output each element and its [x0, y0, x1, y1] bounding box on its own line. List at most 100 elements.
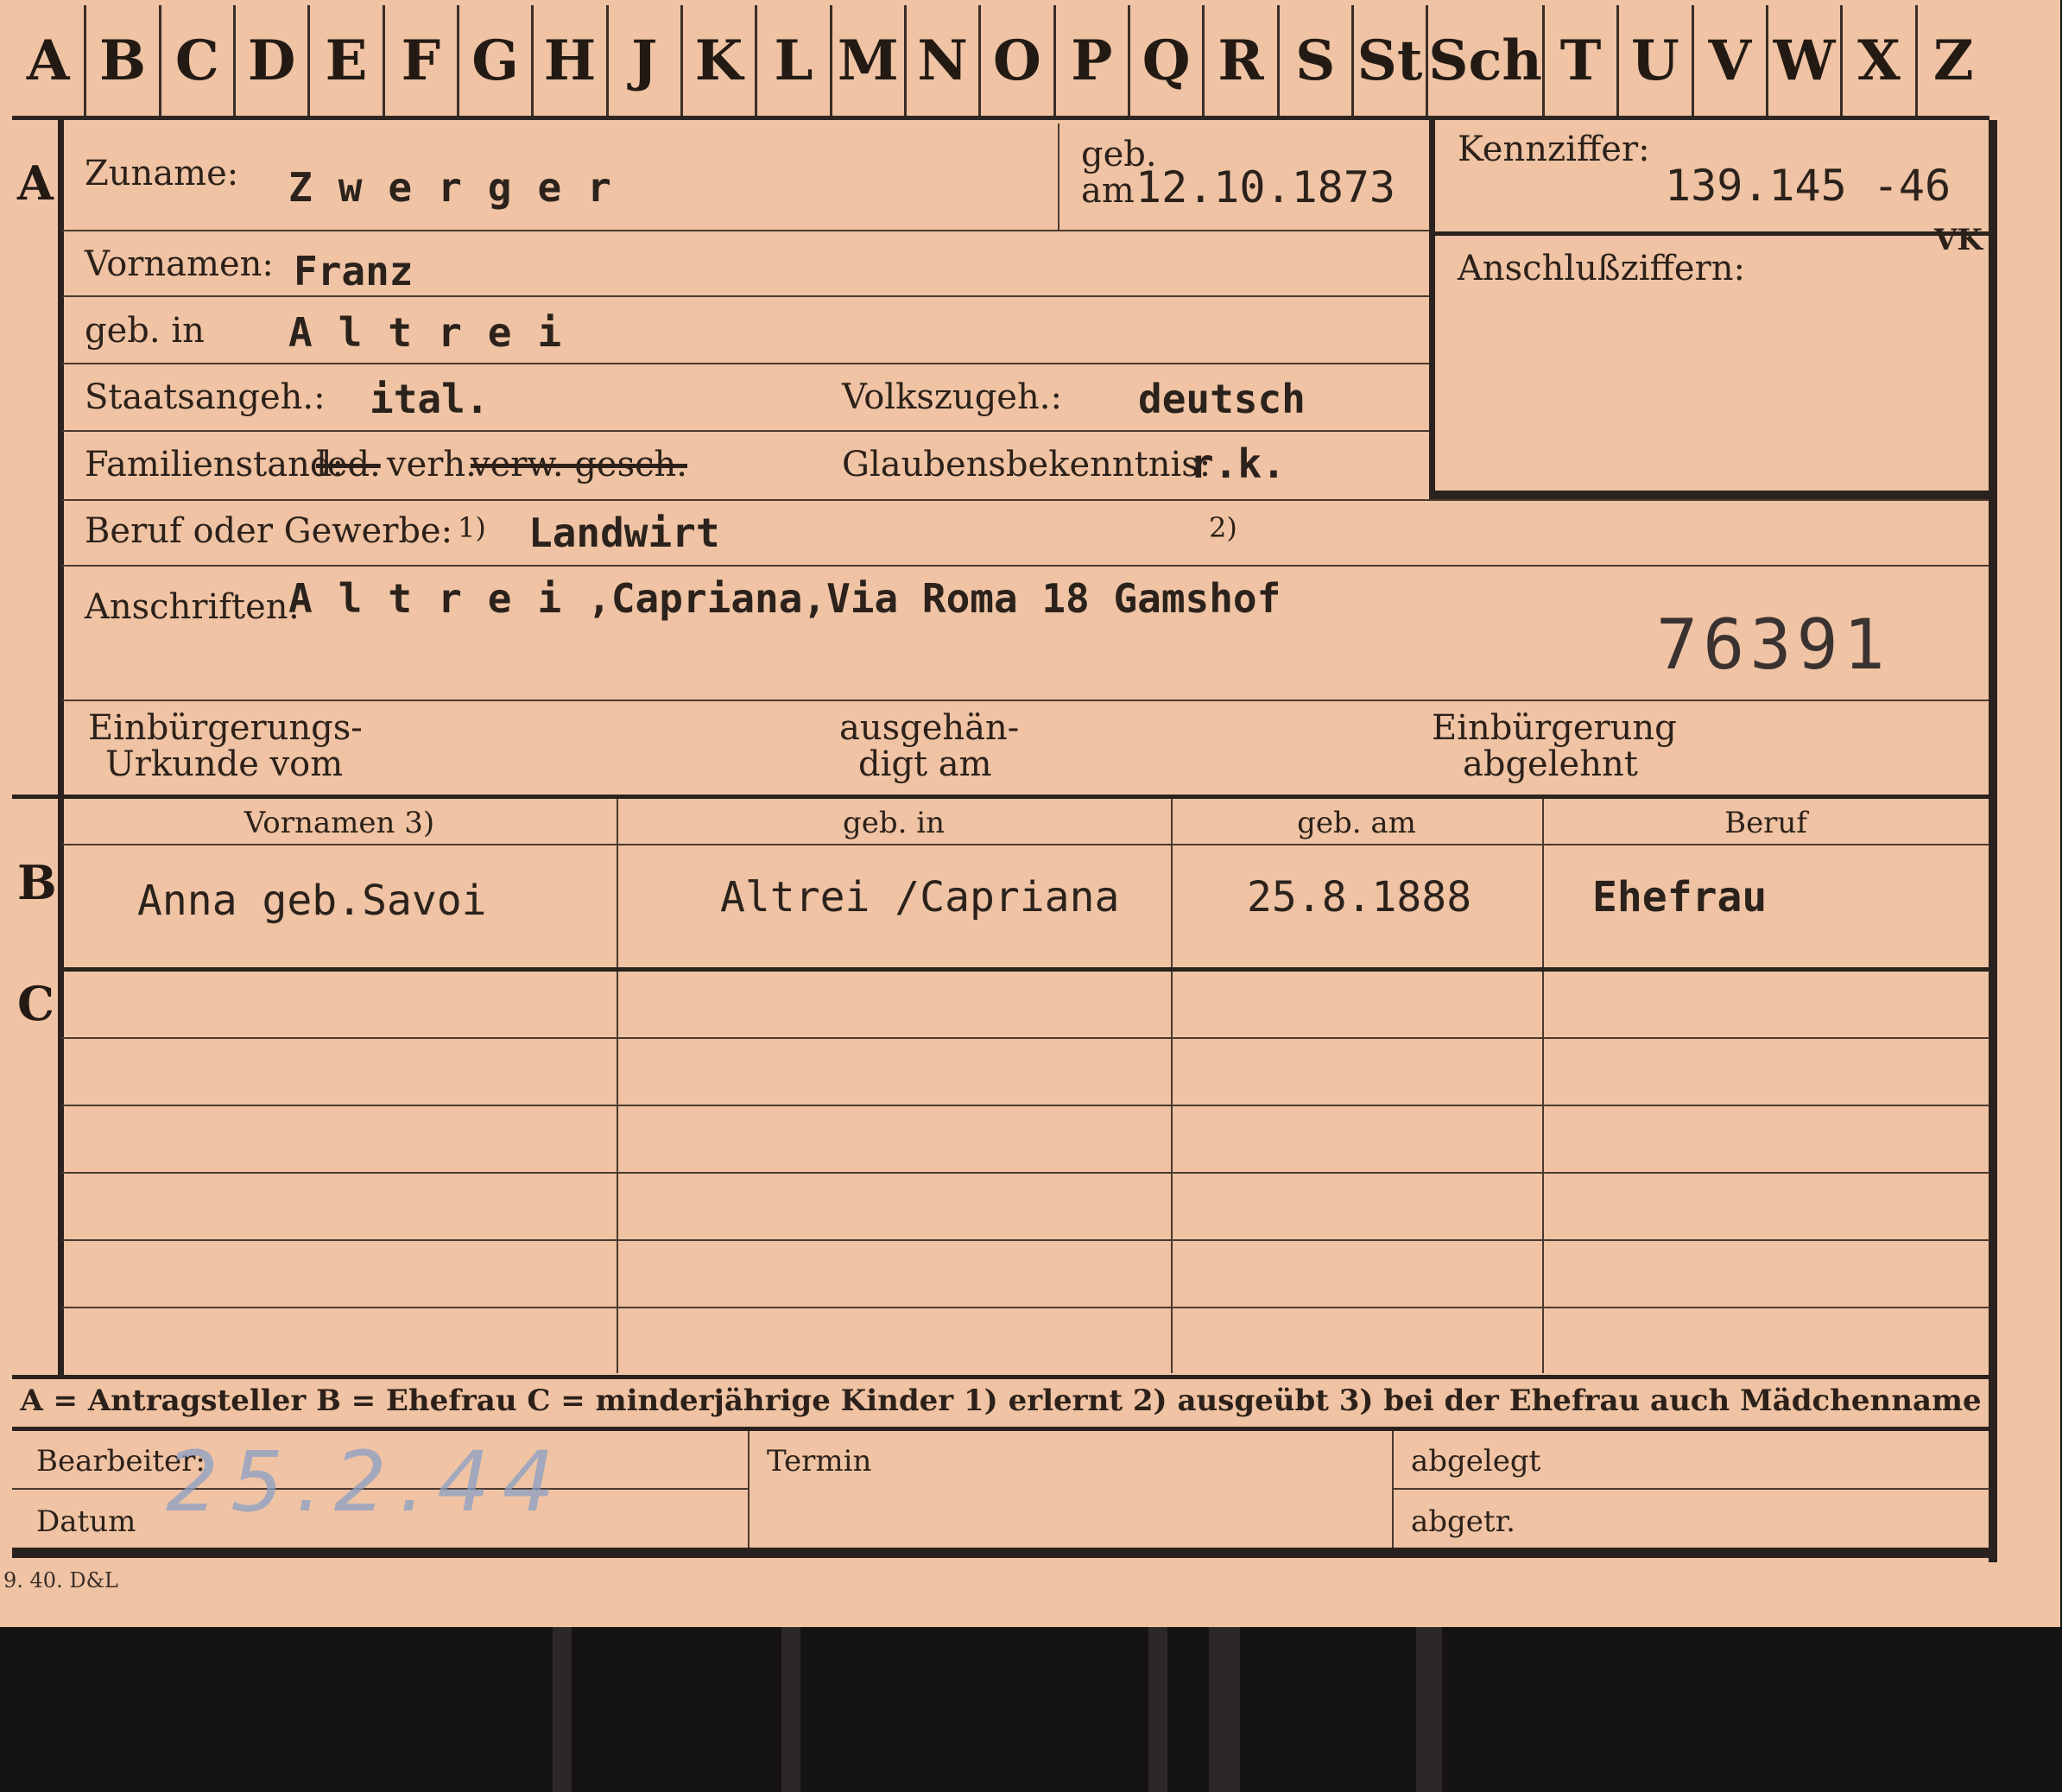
ethnicity-label: Volkszugeh.: [842, 377, 1062, 417]
footnote-2-marker: 2) [1209, 511, 1237, 544]
header-rule [62, 844, 1989, 845]
address-value: Altrei,Capriana,Via Roma 18 Gamshof [288, 575, 1281, 622]
index-tab[interactable]: W [1768, 5, 1844, 116]
handwritten-date: 25.2.44 [166, 1434, 567, 1530]
spouse-first-names: Anna geb.Savoi [137, 877, 487, 925]
card-right-border [1989, 120, 1997, 1562]
citizenship-label: Staatsangeh.: [85, 377, 326, 417]
spouse-profession: Ehefrau [1592, 873, 1768, 921]
card-bottom-border [12, 1548, 1996, 1558]
handed-over-label: ausgehän- [839, 708, 1020, 748]
birthdate-divider [1058, 123, 1059, 231]
row-line [62, 1037, 1989, 1039]
marital-status-value: verh. [387, 445, 477, 484]
reference-box-rule [1429, 231, 1990, 236]
column-header-first-names: Vornamen 3) [244, 806, 435, 840]
column-divider [617, 799, 618, 1373]
registration-card: A B C D E F G H J K L M N O P Q R S St S… [0, 0, 2060, 1627]
reference-code-value: 139.145 -46 [1665, 161, 1951, 211]
index-tab[interactable]: B [86, 5, 161, 116]
born-on-label-am: am [1081, 171, 1135, 211]
index-tab[interactable]: V [1694, 5, 1768, 116]
row-line [62, 1239, 1989, 1241]
column-header-birthplace: geb. in [842, 806, 946, 840]
row-line [62, 1105, 1989, 1106]
index-tab[interactable]: F [385, 5, 459, 116]
index-tab[interactable]: D [236, 5, 311, 116]
index-tab[interactable]: St [1354, 5, 1429, 116]
index-tab[interactable]: Sch [1428, 5, 1545, 116]
row-line [62, 565, 1989, 567]
index-tab[interactable]: S [1280, 5, 1354, 116]
marital-struck-options: verw. gesch. [471, 445, 687, 484]
index-tab[interactable]: M [832, 5, 907, 116]
footnote-1-marker: 1) [458, 511, 486, 544]
column-header-birthdate: geb. am [1297, 806, 1416, 840]
address-street: ,Capriana,Via Roma 18 Gamshof [587, 575, 1281, 622]
index-tab[interactable]: Z [1918, 5, 1989, 116]
naturalization-rejected-label-2: abgelehnt [1463, 744, 1638, 784]
row-line [62, 230, 1429, 231]
row-line [62, 430, 1429, 432]
profession-label: Beruf oder Gewerbe: [85, 511, 453, 551]
column-divider [1171, 799, 1173, 1373]
birthplace-value: Altrei [288, 309, 588, 356]
alphabet-index-tabs: A B C D E F G H J K L M N O P Q R S St S… [12, 5, 1989, 120]
index-tab[interactable]: R [1205, 5, 1280, 116]
row-line [62, 499, 1989, 501]
reference-box-divider [1429, 120, 1435, 500]
citizenship-value: ital. [370, 376, 490, 422]
naturalization-rejected-label: Einbürgerung [1432, 708, 1677, 748]
background-streak [1148, 1627, 1167, 1792]
index-tab[interactable]: P [1056, 5, 1130, 116]
index-tab[interactable]: E [310, 5, 385, 116]
row-line [62, 700, 1989, 701]
first-names-value: Franz [294, 248, 414, 294]
index-tab[interactable]: G [459, 5, 534, 116]
handed-over-label-2: digt am [858, 744, 992, 784]
row-line [62, 1307, 1989, 1308]
ethnicity-value: deutsch [1138, 376, 1306, 422]
surname-label: Zuname: [85, 154, 239, 193]
index-tab[interactable]: J [609, 5, 683, 116]
legend-top-rule [12, 1375, 1989, 1379]
index-tab[interactable]: L [757, 5, 832, 116]
print-code: 9. 40. D&L [3, 1568, 118, 1593]
profession-value: Landwirt [528, 510, 720, 556]
background-streak [553, 1627, 572, 1792]
address-town: Altrei [288, 575, 588, 622]
reference-code-label: Kennziffer: [1458, 130, 1650, 169]
index-tab[interactable]: T [1545, 5, 1620, 116]
linked-numbers-label: Anschlußziffern: [1458, 249, 1745, 288]
footer-row-line [1392, 1488, 1989, 1490]
naturalization-certificate-label-2: Urkunde vom [105, 744, 344, 784]
row-line [62, 363, 1429, 364]
background-streak [781, 1627, 800, 1792]
index-tab[interactable]: K [683, 5, 758, 116]
legend-bottom-rule [12, 1427, 1989, 1431]
index-tab[interactable]: N [907, 5, 982, 116]
index-tab[interactable]: U [1619, 5, 1694, 116]
index-tab[interactable]: H [534, 5, 609, 116]
deadline-label: Termin [767, 1444, 872, 1479]
index-tab[interactable]: O [981, 5, 1056, 116]
spouse-birthplace: Altrei /Capriana [720, 873, 1120, 921]
born-on-value: 12.10.1873 [1135, 162, 1396, 212]
first-names-label: Vornamen: [85, 244, 274, 284]
filed-label: abgelegt [1411, 1444, 1541, 1479]
footer-divider [748, 1431, 750, 1548]
background-streak [1209, 1627, 1240, 1792]
background-streak [1416, 1627, 1442, 1792]
reference-box-bottom [1429, 491, 1990, 499]
index-tab[interactable]: C [161, 5, 236, 116]
spouse-birthdate: 25.8.1888 [1247, 873, 1472, 921]
date-label: Datum [36, 1504, 136, 1539]
index-tab[interactable]: X [1843, 5, 1918, 116]
index-tab[interactable]: A [12, 5, 87, 116]
marital-struck-option: led. [316, 445, 381, 484]
index-tab[interactable]: Q [1130, 5, 1205, 116]
naturalization-certificate-label: Einbürgerungs- [88, 708, 363, 748]
column-header-profession: Beruf [1724, 806, 1807, 840]
surname-value: Zwerger [288, 164, 637, 211]
address-label: Anschriften: [85, 587, 300, 627]
